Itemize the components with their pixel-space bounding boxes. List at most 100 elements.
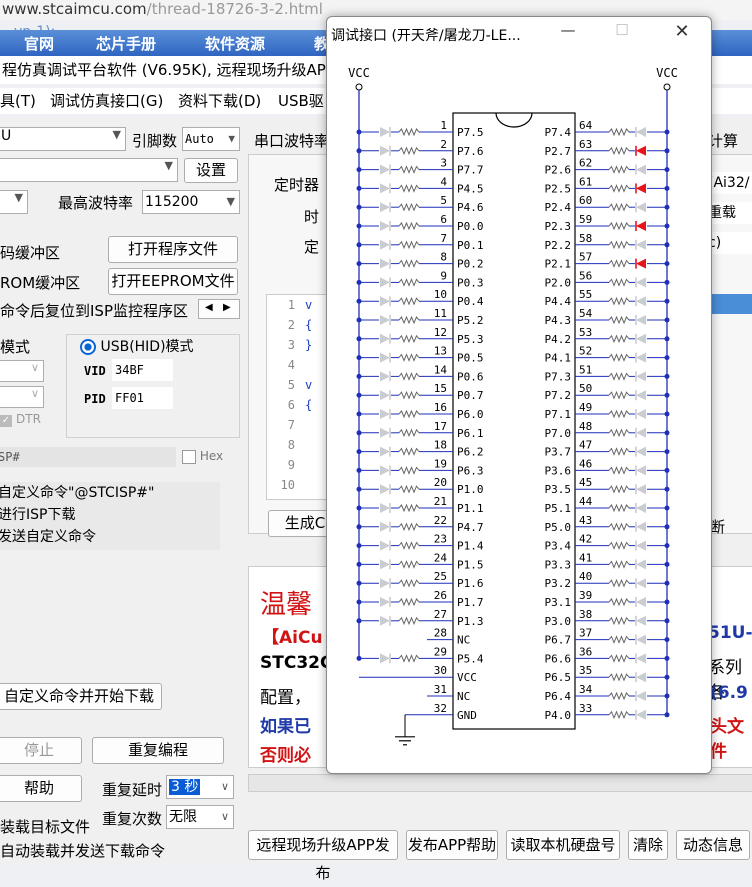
right-pin-name: P2.4 [545,201,572,214]
web-nav-item[interactable]: 软件资源 [205,33,265,54]
arrow-right-icon[interactable]: ▶ [223,302,231,313]
pin-count-select[interactable]: Auto ▼ [182,127,240,151]
maximize-icon[interactable]: ☐ [607,21,637,45]
hex-checkbox[interactable]: Hex [182,449,223,464]
right-pin-name: P6.7 [545,634,572,647]
mcu-family-field[interactable]: (Ai32/ [708,172,752,194]
max-baud-select[interactable]: 115200 ▼ [142,190,240,214]
tab-serial-baud[interactable]: 串口波特率 [254,130,329,151]
arrow-left-icon[interactable]: ◀ [205,302,213,313]
resistor-right-60 [608,202,630,212]
settings-button[interactable]: 设置 [184,158,238,183]
led-left-11 [380,315,390,325]
resistor-right-59 [608,221,630,231]
resistor-right-57 [608,259,630,268]
left-pin-name: P1.1 [457,502,484,515]
led-right-48 [636,427,646,438]
publish-app-help-button[interactable]: 发布APP帮助 [406,830,498,860]
mode-select-1[interactable]: ∨ [0,360,44,382]
pid-field[interactable]: FF01 [112,387,173,409]
notice-if: 如果已 [260,717,311,737]
led-left-7 [380,239,390,250]
menu-usb-driver[interactable]: USB驱 [278,88,324,114]
mode-select-2[interactable]: ∨ [0,386,44,408]
web-nav-item[interactable]: 芯片手册 [96,33,156,54]
right-pin-number: 58 [579,232,592,245]
dtr-checkbox[interactable]: ✓ DTR [0,412,44,432]
menu-tools[interactable]: 具(T) [0,88,36,114]
web-nav-item[interactable]: 官网 [24,33,54,54]
led-right-47 [636,446,646,457]
left-pin-number: 30 [434,664,447,677]
code-text: { [305,398,313,412]
left-pin-number: 25 [434,570,447,583]
right-pin-number: 40 [579,570,592,583]
resistor-right-36 [608,654,630,663]
left-pin-name: P0.0 [457,220,484,233]
junction-dot [664,204,670,210]
chevron-down-icon: ▼ [226,195,235,208]
right-pin-name: P3.6 [545,464,572,477]
left-pin-number: 5 [440,194,447,207]
left-pin-number: 24 [434,551,448,564]
junction-dot [664,486,670,492]
close-icon[interactable]: ✕ [667,21,697,45]
line-number: 2 [287,318,295,332]
left-pin-number: 23 [434,533,447,546]
notice-else: 否则必 [260,746,311,766]
c-field[interactable]: c) [708,232,752,254]
led-left-13 [380,352,390,363]
mcu-type-select[interactable]: U ▼ [0,127,126,151]
open-eeprom-button[interactable]: 打开EEPROM文件 [108,268,238,295]
help-button[interactable]: 帮助 [0,775,82,802]
right-pin-name: P4.1 [545,352,572,365]
repeat-delay-select[interactable]: 3 秒 ∨ [166,775,234,799]
isp-command-field[interactable]: SP# [0,447,176,467]
custom-command-download-button[interactable]: 自定义命令并开始下载 [0,683,162,710]
led-left-26 [380,597,390,607]
code-text: v [305,298,313,312]
reset-isp-label: 命令后复位到ISP监控程序区 [0,302,188,320]
auto-load-label: 自动装载并发送下载命令 [0,842,166,860]
left-pin-number: 26 [434,589,447,602]
junction-dot [664,637,670,643]
url-domain: www.stcaimcu.com [2,0,147,18]
read-disk-id-button[interactable]: 读取本机硬盘号 [506,830,620,860]
left-pin-number: 9 [440,269,447,282]
dynamic-info-button[interactable]: 动态信息 [676,830,750,860]
remote-upgrade-publish-button[interactable]: 远程现场升级APP发布 [248,830,398,882]
junction-dot [664,411,670,417]
clear-button[interactable]: 清除 [628,830,668,860]
vid-field[interactable]: 34BF [112,359,173,381]
min-baud-select[interactable]: ▼ [0,190,28,214]
resistor-left-6 [398,221,420,231]
usb-hid-radio[interactable]: USB(HID)模式 [80,336,194,356]
right-pin-number: 43 [579,514,592,527]
left-pin-number: 11 [434,307,447,320]
junction-dot [664,430,670,436]
junction-dot [664,674,670,680]
led-left-12 [380,333,390,344]
led-right-33 [636,709,646,720]
left-pin-number: 1 [440,119,447,132]
left-pin-number: 15 [434,382,447,395]
menu-debug-interface[interactable]: 调试仿真接口(G) [50,88,163,114]
reset-scroll-buttons[interactable]: ◀ ▶ [198,299,240,319]
right-pin-number: 42 [579,533,592,546]
stop-button[interactable]: 停止 [0,737,82,764]
menu-downloads[interactable]: 资料下载(D) [178,88,261,114]
led-left-6 [380,221,390,231]
led-right-42 [636,540,646,551]
reload-field[interactable]: 重载 [708,202,752,224]
info-line: 发送自定义命令 [0,529,96,545]
reprogram-button[interactable]: 重复编程 [92,737,224,764]
line-number: 5 [287,378,295,392]
com-port-select[interactable]: ▼ [0,158,178,182]
repeat-count-select[interactable]: 无限 ∨ [166,805,234,829]
open-program-button[interactable]: 打开程序文件 [108,236,238,263]
right-pin-name: P2.0 [545,276,572,289]
minimize-icon[interactable]: — [553,21,583,45]
left-pin-name: GND [457,709,477,722]
resistor-right-37 [608,635,630,644]
led-left-27 [380,615,390,626]
